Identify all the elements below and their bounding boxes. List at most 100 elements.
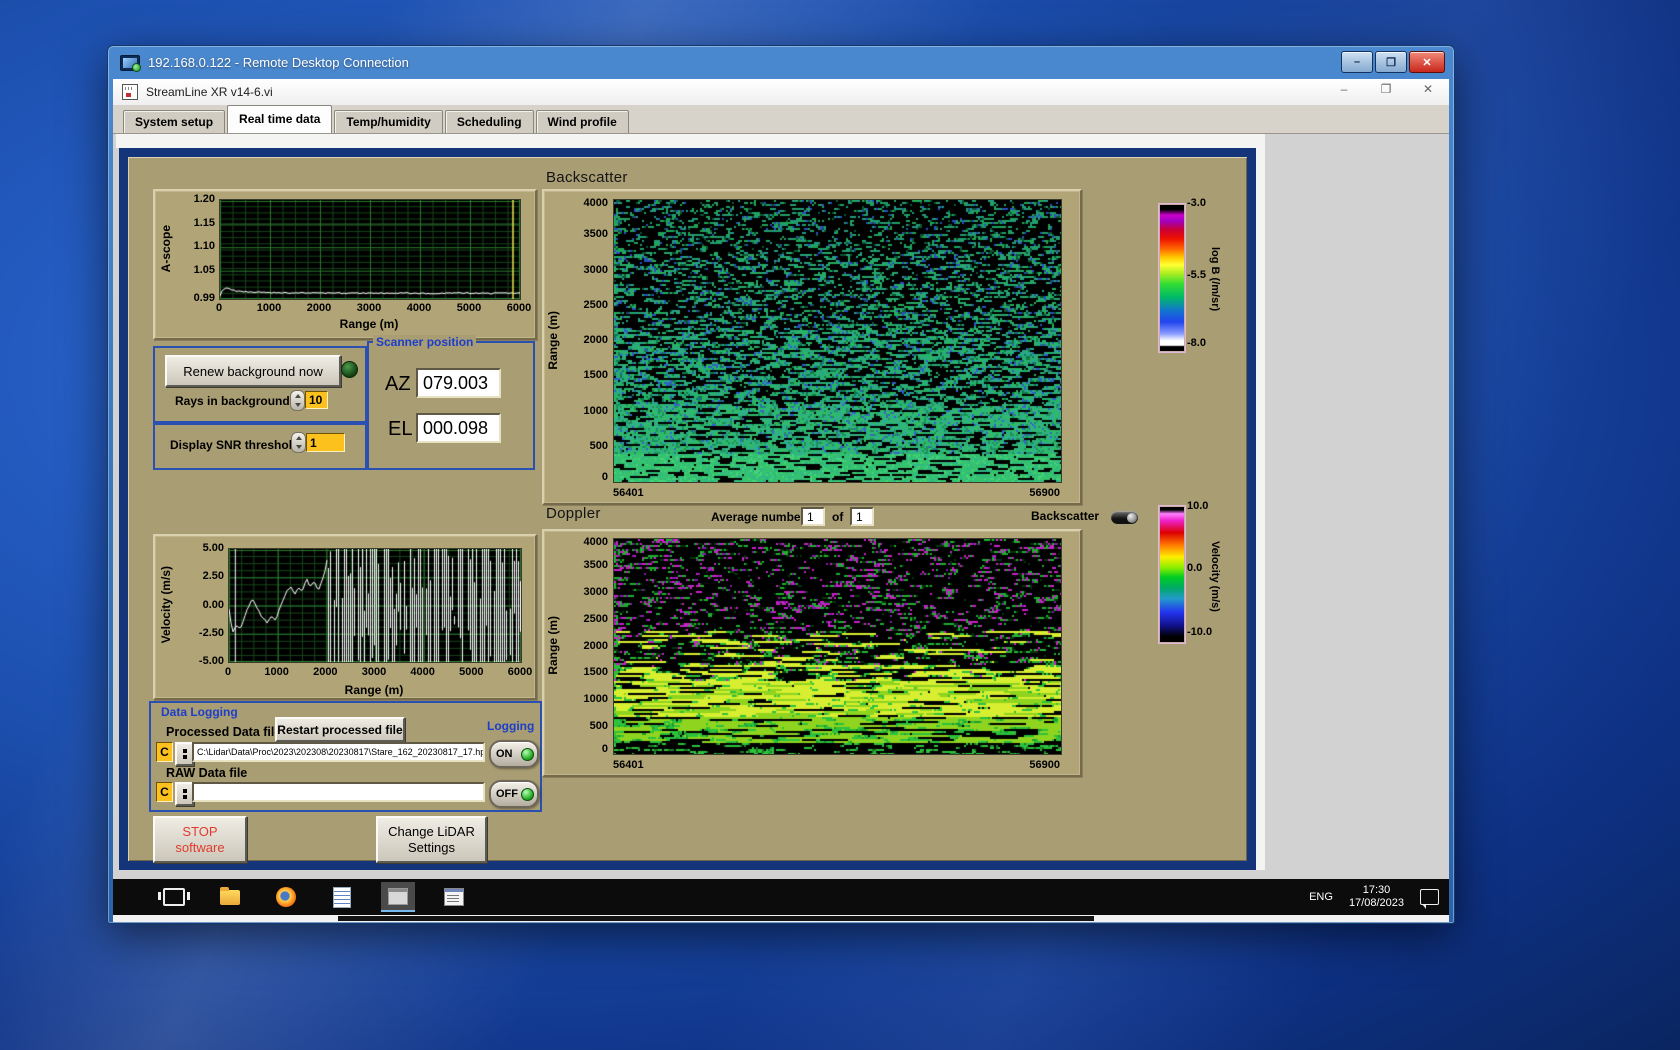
raw-data-file-label: RAW Data file: [166, 766, 248, 780]
el-label: EL: [388, 418, 413, 440]
change-line2: Settings: [408, 839, 455, 855]
tick-label: 1500: [583, 666, 608, 679]
rdp-computer-icon: [120, 54, 141, 72]
app-window-title: StreamLine XR v14-6.vi: [146, 85, 273, 99]
rdp-close-button[interactable]: ✕: [1409, 51, 1445, 73]
doppler-x-start-label: 56401: [613, 759, 644, 771]
tick-label: 4000: [410, 666, 435, 678]
notepad-button[interactable]: [325, 882, 359, 912]
renew-background-button[interactable]: Renew background now: [165, 355, 341, 387]
of-label: of: [832, 510, 844, 524]
file-explorer-button[interactable]: [213, 882, 247, 912]
task-view-button[interactable]: [157, 882, 191, 912]
snr-spinner[interactable]: [291, 432, 306, 453]
data-logging-title: Data Logging: [161, 705, 238, 719]
backscatter-colorbar-mid: -5.5: [1187, 269, 1206, 281]
tick-label: 2500: [583, 612, 608, 625]
clock-date: 17/08/2023: [1348, 897, 1404, 909]
tick-label: 6000: [506, 302, 532, 314]
streamline-app-button[interactable]: [381, 882, 415, 912]
tab-real-time-data[interactable]: Real time data: [227, 105, 333, 133]
tick-label: 3000: [583, 585, 608, 598]
doppler-title: Doppler: [546, 505, 601, 522]
clock-time: 17:30: [1362, 884, 1391, 896]
tick-label: 1.20: [193, 193, 215, 205]
background-controls-box: Renew background now Rays in background …: [153, 346, 367, 425]
rays-spinner[interactable]: [290, 390, 305, 411]
tick-label: 6000: [507, 666, 533, 678]
on-label: ON: [496, 748, 513, 760]
tick-label: 2500: [583, 298, 608, 311]
processed-path-field[interactable]: C:\Lidar\Data\Proc\2023\202308\20230817\…: [192, 742, 485, 762]
language-indicator[interactable]: ENG: [1309, 891, 1333, 903]
change-lidar-settings-button[interactable]: Change LiDAR Settings: [376, 816, 487, 863]
taskbar: ENG 17:30 17/08/2023: [113, 879, 1449, 915]
tick-label: 3000: [356, 302, 382, 314]
tick-label: 3500: [583, 558, 608, 571]
doppler-y-ticks: 4000 3500 3000 2500 2000 1500 1000 500 0: [566, 536, 608, 755]
scan-schedule-button[interactable]: [437, 882, 471, 912]
tab-temp-humidity[interactable]: Temp/humidity: [334, 110, 443, 133]
rdp-maximize-button[interactable]: ❐: [1375, 51, 1407, 73]
backscatter-heatmap-canvas: [613, 199, 1062, 483]
rdp-minimize-button[interactable]: –: [1341, 51, 1373, 73]
ascope-x-axis-label: Range (m): [339, 317, 399, 331]
average-total-field[interactable]: 1: [850, 507, 874, 526]
firefox-button[interactable]: [269, 882, 303, 912]
velocity-x-axis-label: Range (m): [344, 683, 404, 697]
rdp-scrollbar-track: [113, 915, 1449, 922]
app-restore-button[interactable]: ❐: [1377, 82, 1395, 96]
browse-glyph-icon: [182, 749, 187, 753]
ascope-plot-canvas: [219, 199, 521, 300]
ascope-x-ticks: 0 1000 2000 3000 4000 5000 6000: [216, 302, 531, 315]
notification-center-icon[interactable]: [1420, 889, 1439, 909]
velocity-graph: Velocity (m/s) 5.00 2.50 0.00 -2.50 -5.00 01…: [153, 534, 537, 700]
app-window-icon: [388, 887, 408, 905]
app-close-button[interactable]: ✕: [1419, 82, 1437, 96]
tick-label: 3000: [583, 263, 608, 276]
backscatter-toggle-label: Backscatter: [1031, 509, 1100, 523]
az-value-field[interactable]: 079.003: [416, 368, 501, 398]
scan-schedule-icon: [444, 888, 464, 906]
tick-label: 2000: [583, 639, 608, 652]
velocity-y-ticks: 5.00 2.50 0.00 -2.50 -5.00: [177, 542, 224, 667]
raw-drive-button[interactable]: C: [156, 782, 173, 802]
data-logging-box: Data Logging Processed Data file Restart…: [149, 701, 542, 812]
tab-wind-profile[interactable]: Wind profile: [535, 110, 629, 133]
app-titlebar[interactable]: StreamLine XR v14-6.vi – ❐ ✕: [113, 79, 1449, 106]
tick-label: 2000: [583, 334, 608, 346]
tab-system-setup[interactable]: System setup: [123, 110, 226, 133]
tab-scheduling[interactable]: Scheduling: [444, 110, 534, 133]
backscatter-toggle-switch[interactable]: [1111, 511, 1138, 524]
tick-label: 4000: [583, 536, 608, 548]
tick-label: 1.10: [193, 240, 215, 253]
processed-drive-button[interactable]: C: [156, 742, 173, 762]
restart-processed-file-button[interactable]: Restart processed file: [275, 717, 405, 742]
el-value-field[interactable]: 000.098: [416, 413, 501, 443]
backscatter-graph: Range (m) 4000 3500 3000 2500 2000 1500 1000 50…: [542, 189, 1082, 505]
snr-value-field[interactable]: 1: [306, 433, 345, 452]
off-label: OFF: [496, 788, 518, 800]
backscatter-colorbar-max: -3.0: [1187, 197, 1206, 209]
stop-line1: STOP: [182, 823, 218, 839]
tick-label: 1500: [583, 369, 608, 382]
stop-software-button[interactable]: STOP software: [153, 816, 247, 863]
app-minimize-button[interactable]: –: [1335, 82, 1353, 96]
rdp-scrollbar-thumb[interactable]: [338, 916, 1094, 921]
on-led: [521, 747, 534, 761]
firefox-icon: [276, 887, 296, 907]
task-view-icon: [158, 888, 190, 906]
average-number-field[interactable]: 1: [801, 507, 825, 526]
processed-logging-on-button[interactable]: ON: [489, 740, 539, 768]
tick-label: 2000: [306, 302, 332, 314]
tick-label: 1.15: [193, 216, 215, 229]
raw-path-field[interactable]: [192, 782, 485, 802]
taskbar-clock[interactable]: 17:30 17/08/2023: [1349, 884, 1404, 910]
doppler-colorbar-mid: 0.0: [1187, 562, 1203, 574]
rdp-titlebar[interactable]: 192.168.0.122 - Remote Desktop Connectio…: [108, 46, 1454, 79]
tick-label: -2.50: [198, 626, 224, 639]
backscatter-colorbar-min: -8.0: [1187, 337, 1206, 349]
rays-value-field[interactable]: 10: [305, 391, 328, 409]
raw-logging-off-button[interactable]: OFF: [489, 780, 539, 808]
remote-desktop-window: 192.168.0.122 - Remote Desktop Connectio…: [107, 45, 1455, 924]
